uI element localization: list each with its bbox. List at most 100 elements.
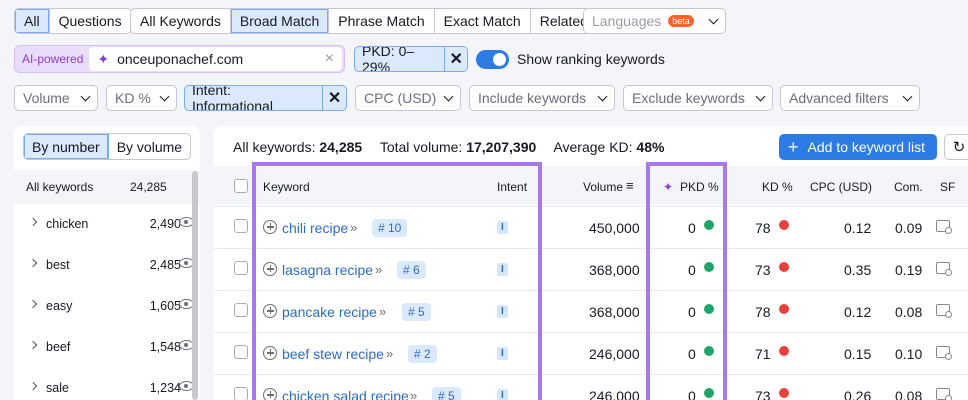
filter-questions-button[interactable]: Questions <box>50 9 131 33</box>
col-pkd[interactable]: PKD % <box>680 180 719 194</box>
group-count: 1,605 <box>149 299 181 313</box>
keyword-link[interactable]: pancake recipe <box>282 304 377 320</box>
tab-by-volume[interactable]: By volume <box>109 134 190 159</box>
col-com[interactable]: Com. <box>894 180 923 194</box>
col-sf[interactable]: SF <box>940 180 955 194</box>
serp-features-icon[interactable] <box>936 388 952 400</box>
col-volume[interactable]: Volume <box>583 180 623 194</box>
add-circle-icon[interactable] <box>263 304 277 318</box>
row-checkbox[interactable] <box>234 387 248 400</box>
group-row[interactable]: easy 1,605 <box>14 286 194 327</box>
volume-value: 368,000 <box>589 304 640 320</box>
kd-dot <box>779 262 789 272</box>
col-cpc[interactable]: CPC (USD) <box>810 180 872 194</box>
cpc-value: 0.26 <box>844 388 872 400</box>
group-row[interactable]: best 2,485 <box>14 245 194 286</box>
row-checkbox[interactable] <box>234 303 248 317</box>
cpc-value: 0.12 <box>844 304 872 320</box>
intent-filter-chip[interactable]: Intent: Informational ✕ <box>184 85 347 111</box>
keyword-link[interactable]: chicken salad recipe <box>282 388 409 400</box>
languages-dropdown[interactable]: Languages beta <box>583 8 726 34</box>
add-to-keyword-list-button[interactable]: + Add to keyword list <box>779 134 937 160</box>
intent-badge: I <box>497 347 508 360</box>
rank-tag: # 6 <box>397 261 426 279</box>
row-checkbox[interactable] <box>234 345 248 359</box>
cpc-dropdown[interactable]: CPC (USD) <box>355 85 461 111</box>
kd-dot <box>779 388 789 398</box>
intent-chip-label: Intent: Informational <box>192 85 273 111</box>
advanced-filters-dropdown[interactable]: Advanced filters <box>780 85 920 111</box>
add-circle-icon[interactable] <box>263 388 277 400</box>
com-value: 0.10 <box>895 346 923 362</box>
row-checkbox[interactable] <box>234 219 248 233</box>
group-label: beef <box>46 340 71 354</box>
keyword-link[interactable]: chili recipe <box>282 220 348 236</box>
add-circle-icon[interactable] <box>263 262 277 276</box>
col-keyword[interactable]: Keyword <box>263 180 310 194</box>
include-keywords-dropdown[interactable]: Include keywords <box>469 85 615 111</box>
ai-domain-box: AI-powered ✦ onceuponachef.com × <box>14 45 345 73</box>
sparkle-icon: ✦ <box>97 50 110 67</box>
serp-chevron-icon[interactable]: » <box>350 220 357 235</box>
col-kd[interactable]: KD % <box>762 180 793 194</box>
kd-dot <box>779 304 789 314</box>
remove-intent-filter-icon[interactable]: ✕ <box>322 86 346 110</box>
serp-chevron-icon[interactable]: » <box>379 304 386 319</box>
table-row: pancake recipe » # 5 I 368,000 0 78 0.12… <box>214 290 968 332</box>
serp-chevron-icon[interactable]: » <box>386 346 393 361</box>
group-row[interactable]: sale 1,234 <box>14 368 194 400</box>
row-checkbox[interactable] <box>234 261 248 275</box>
kd-dot <box>779 346 789 356</box>
group-row[interactable]: chicken 2,490 <box>14 204 194 245</box>
sort-icon[interactable]: ≡ <box>626 178 634 193</box>
kd-dropdown[interactable]: KD % <box>106 85 177 111</box>
table-row: chicken salad recipe » # 5 I 246,000 0 7… <box>214 374 968 400</box>
select-all-checkbox[interactable] <box>234 179 248 193</box>
groups-scrollbar[interactable] <box>192 171 198 400</box>
exclude-keywords-dropdown[interactable]: Exclude keywords <box>623 85 773 111</box>
pkd-value: 0 <box>688 262 696 278</box>
tab-broad-match[interactable]: Broad Match <box>230 9 330 33</box>
group-label: chicken <box>46 217 89 231</box>
volume-dropdown-label: Volume <box>23 90 70 106</box>
keyword-link[interactable]: beef stew recipe <box>282 346 384 362</box>
cpc-dropdown-label: CPC (USD) <box>364 90 437 106</box>
domain-value: onceuponachef.com <box>117 51 244 67</box>
refresh-button[interactable]: ↻ <box>944 134 968 160</box>
serp-features-icon[interactable] <box>936 220 952 234</box>
keyword-link[interactable]: lasagna recipe <box>282 262 373 278</box>
beta-badge: beta <box>668 15 694 27</box>
remove-pkd-filter-icon[interactable]: ✕ <box>444 47 467 71</box>
chevron-right-icon <box>28 340 38 350</box>
volume-dropdown[interactable]: Volume <box>14 85 98 111</box>
clear-icon[interactable]: × <box>325 50 334 68</box>
ranking-toggle[interactable] <box>476 50 509 69</box>
serp-features-icon[interactable] <box>936 304 952 318</box>
rank-tag: # 10 <box>372 219 408 237</box>
pkd-value: 0 <box>688 346 696 362</box>
pkd-dot <box>704 304 714 314</box>
tab-by-number[interactable]: By number <box>24 134 109 159</box>
tab-all-keywords[interactable]: All Keywords <box>131 9 231 33</box>
group-row[interactable]: beef 1,548 <box>14 327 194 368</box>
serp-chevron-icon[interactable]: » <box>410 388 417 400</box>
filter-all-button[interactable]: All <box>15 9 50 33</box>
domain-input[interactable]: ✦ onceuponachef.com × <box>89 47 342 71</box>
add-circle-icon[interactable] <box>263 220 277 234</box>
pkd-chip-label: PKD: 0–29% <box>362 46 415 72</box>
serp-chevron-icon[interactable]: » <box>375 262 382 277</box>
add-circle-icon[interactable] <box>263 346 277 360</box>
all-keywords-value: 24,285 <box>319 139 363 155</box>
pkd-filter-chip[interactable]: PKD: 0–29% ✕ <box>354 46 468 72</box>
serp-features-icon[interactable] <box>936 346 952 360</box>
chevron-down-icon <box>443 91 454 101</box>
rank-tag: # 5 <box>432 387 461 400</box>
col-intent[interactable]: Intent <box>497 180 527 194</box>
tab-phrase-match[interactable]: Phrase Match <box>329 9 435 33</box>
serp-features-icon[interactable] <box>936 262 952 276</box>
total-volume-value: 17,207,390 <box>466 139 537 155</box>
intent-badge: I <box>497 305 508 318</box>
tab-exact-match[interactable]: Exact Match <box>435 9 531 33</box>
com-value: 0.08 <box>895 304 923 320</box>
intent-badge: I <box>497 221 508 234</box>
